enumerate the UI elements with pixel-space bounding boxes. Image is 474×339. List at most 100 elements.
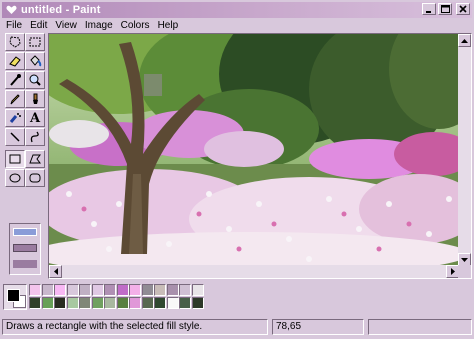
menu-bar: File Edit View Image Colors Help xyxy=(2,19,182,33)
tool-text[interactable]: A xyxy=(25,109,45,127)
rounded-rectangle-icon xyxy=(29,173,41,183)
scroll-left-button[interactable] xyxy=(49,265,62,278)
color-swatch[interactable] xyxy=(104,284,116,296)
scroll-corner xyxy=(458,265,471,278)
rectangle-icon xyxy=(9,154,21,164)
tool-magnifier[interactable] xyxy=(25,71,45,89)
arrow-left-icon xyxy=(53,268,58,275)
status-help-text: Draws a rectangle with the selected fill… xyxy=(2,319,268,335)
color-swatch[interactable] xyxy=(116,284,129,296)
color-swatch[interactable] xyxy=(141,284,154,296)
color-swatch[interactable] xyxy=(41,284,54,296)
paint-window: untitled - Paint File Edit View Image Co… xyxy=(0,0,474,339)
foreground-color[interactable] xyxy=(7,289,20,302)
tool-brush[interactable] xyxy=(25,90,45,108)
color-swatch[interactable] xyxy=(79,297,91,309)
color-swatch[interactable] xyxy=(166,297,179,309)
eraser-icon xyxy=(9,56,21,67)
tool-eraser[interactable] xyxy=(5,52,25,70)
color-palette xyxy=(3,284,473,316)
color-swatch[interactable] xyxy=(29,297,41,309)
color-swatch[interactable] xyxy=(116,297,129,309)
menu-edit[interactable]: Edit xyxy=(26,19,51,33)
current-colors[interactable] xyxy=(3,284,27,310)
tool-rounded-rectangle[interactable] xyxy=(25,169,45,187)
polygon-icon xyxy=(29,154,41,164)
airbrush-icon xyxy=(9,113,21,123)
tool-free-form-select[interactable] xyxy=(5,33,25,51)
pick-color-icon xyxy=(10,74,21,86)
arrow-up-icon xyxy=(461,38,468,43)
drawing-canvas[interactable] xyxy=(49,34,459,266)
vertical-scrollbar[interactable] xyxy=(458,34,471,266)
magnifier-icon xyxy=(29,74,41,86)
color-swatch[interactable] xyxy=(66,284,79,296)
heart-icon[interactable] xyxy=(5,4,17,16)
color-swatch[interactable] xyxy=(166,284,179,296)
color-swatch[interactable] xyxy=(54,297,66,309)
toolbox: A xyxy=(3,33,47,277)
color-swatch[interactable] xyxy=(91,297,104,309)
color-swatch[interactable] xyxy=(154,284,166,296)
tool-ellipse[interactable] xyxy=(5,169,25,187)
color-swatch[interactable] xyxy=(41,297,54,309)
tool-curve[interactable] xyxy=(25,128,45,146)
color-swatch[interactable] xyxy=(154,297,166,309)
status-coordinates: 78,65 xyxy=(272,319,364,335)
line-icon xyxy=(10,132,20,142)
color-swatch[interactable] xyxy=(191,284,204,296)
tool-pencil[interactable] xyxy=(5,90,25,108)
garden-photo xyxy=(49,34,459,266)
tool-fill-bucket[interactable] xyxy=(25,52,45,70)
fill-bucket-icon xyxy=(30,55,42,67)
color-swatch[interactable] xyxy=(66,297,79,309)
title-bar[interactable]: untitled - Paint xyxy=(2,2,472,18)
free-form-select-icon xyxy=(9,36,21,48)
menu-file[interactable]: File xyxy=(2,19,26,33)
curve-icon xyxy=(30,131,39,143)
tool-rectangle[interactable] xyxy=(5,150,25,168)
arrow-right-icon xyxy=(450,268,455,275)
color-swatch[interactable] xyxy=(129,284,141,296)
fill-style-outline-fill[interactable] xyxy=(13,244,37,252)
color-swatch[interactable] xyxy=(54,284,66,296)
tool-pick-color[interactable] xyxy=(5,71,25,89)
brush-icon xyxy=(33,93,38,104)
tool-polygon[interactable] xyxy=(25,150,45,168)
ellipse-icon xyxy=(9,173,21,183)
fill-style-fill[interactable] xyxy=(13,260,37,268)
color-swatch[interactable] xyxy=(79,284,91,296)
close-button[interactable] xyxy=(456,3,470,15)
window-title: untitled - Paint xyxy=(21,4,101,16)
color-swatch[interactable] xyxy=(104,297,116,309)
maximize-icon xyxy=(440,5,450,13)
menu-image[interactable]: Image xyxy=(81,19,117,33)
color-swatch[interactable] xyxy=(179,284,191,296)
rect-select-icon xyxy=(29,37,41,47)
color-swatch[interactable] xyxy=(129,297,141,309)
minimize-icon xyxy=(426,11,431,13)
maximize-button[interactable] xyxy=(438,3,452,15)
fill-style-outline[interactable] xyxy=(13,228,37,236)
pencil-icon xyxy=(10,94,20,105)
status-bar: Draws a rectangle with the selected fill… xyxy=(2,318,472,336)
color-swatch[interactable] xyxy=(91,284,104,296)
menu-help[interactable]: Help xyxy=(154,19,183,33)
close-icon xyxy=(459,5,467,13)
color-swatch[interactable] xyxy=(179,297,191,309)
color-swatch[interactable] xyxy=(29,284,41,296)
tool-line[interactable] xyxy=(5,128,25,146)
tool-rect-select[interactable] xyxy=(25,33,45,51)
arrow-down-icon xyxy=(461,257,468,262)
minimize-button[interactable] xyxy=(422,3,436,15)
horizontal-scrollbar[interactable] xyxy=(49,265,459,278)
scroll-up-button[interactable] xyxy=(458,34,471,47)
tool-airbrush[interactable] xyxy=(5,109,25,127)
text-icon: A xyxy=(29,110,41,126)
status-size xyxy=(368,319,472,335)
menu-colors[interactable]: Colors xyxy=(117,19,154,33)
color-swatch[interactable] xyxy=(141,297,154,309)
menu-view[interactable]: View xyxy=(51,19,81,33)
color-swatch[interactable] xyxy=(191,297,204,309)
canvas-area xyxy=(48,33,472,279)
